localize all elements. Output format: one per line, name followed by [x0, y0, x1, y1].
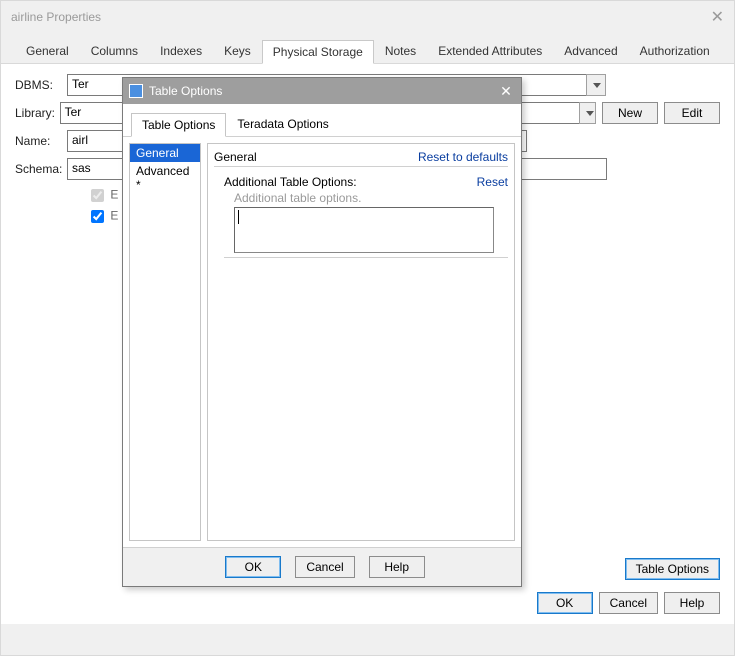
modal-close-icon[interactable]: ✕: [497, 83, 515, 100]
checkbox-2-label: E: [110, 209, 118, 223]
additional-options-label: Additional Table Options:: [224, 175, 357, 189]
panel-heading: General: [214, 150, 257, 164]
parent-titlebar: airline Properties ✕: [1, 1, 734, 33]
schema-label: Schema:: [15, 162, 67, 176]
name-label: Name:: [15, 134, 67, 148]
tab-advanced[interactable]: Advanced: [553, 39, 628, 63]
modal-help-button[interactable]: Help: [369, 556, 425, 578]
modal-titlebar: Table Options ✕: [123, 78, 521, 104]
dbms-dropdown[interactable]: [586, 74, 606, 96]
tab-notes[interactable]: Notes: [374, 39, 427, 63]
edit-button[interactable]: Edit: [664, 102, 720, 124]
tab-keys[interactable]: Keys: [213, 39, 262, 63]
modal-cancel-button[interactable]: Cancel: [295, 556, 354, 578]
options-panel: General Reset to defaults Additional Tab…: [207, 143, 515, 541]
dbms-label: DBMS:: [15, 78, 67, 92]
modal-footer: OK Cancel Help: [123, 547, 521, 586]
sidebar-item-advanced[interactable]: Advanced *: [130, 162, 200, 194]
tab-table-options[interactable]: Table Options: [131, 113, 226, 137]
modal-title: Table Options: [149, 84, 497, 98]
new-button[interactable]: New: [602, 102, 658, 124]
parent-title: airline Properties: [11, 10, 101, 24]
checkbox-1[interactable]: [91, 189, 104, 202]
checkbox-2[interactable]: [91, 210, 104, 223]
tab-general[interactable]: General: [15, 39, 80, 63]
table-options-dialog: Table Options ✕ Table Options Teradata O…: [122, 77, 522, 587]
close-icon[interactable]: ✕: [711, 7, 724, 27]
library-dropdown[interactable]: [579, 102, 596, 124]
divider: [224, 257, 508, 258]
tab-indexes[interactable]: Indexes: [149, 39, 213, 63]
parent-ok-button[interactable]: OK: [537, 592, 593, 614]
reset-link[interactable]: Reset: [477, 175, 508, 189]
app-icon: [129, 84, 143, 98]
checkbox-1-label: E: [110, 188, 118, 202]
library-label: Library:: [15, 106, 60, 120]
parent-cancel-button[interactable]: Cancel: [599, 592, 658, 614]
table-options-button[interactable]: Table Options: [625, 558, 720, 580]
tab-physical-storage[interactable]: Physical Storage: [262, 40, 374, 64]
text-caret: [238, 210, 239, 224]
options-sidebar: General Advanced *: [129, 143, 201, 541]
sidebar-item-general[interactable]: General: [130, 144, 200, 162]
parent-tabstrip: General Columns Indexes Keys Physical St…: [1, 33, 734, 64]
tab-extended-attributes[interactable]: Extended Attributes: [427, 39, 553, 63]
modal-tabstrip: Table Options Teradata Options: [123, 104, 521, 137]
additional-options-input[interactable]: [234, 207, 494, 253]
modal-ok-button[interactable]: OK: [225, 556, 281, 578]
modal-body: General Advanced * General Reset to defa…: [123, 137, 521, 547]
tab-columns[interactable]: Columns: [80, 39, 149, 63]
parent-help-button[interactable]: Help: [664, 592, 720, 614]
additional-options-hint: Additional table options.: [234, 191, 508, 205]
tab-authorization[interactable]: Authorization: [629, 39, 721, 63]
tab-teradata-options[interactable]: Teradata Options: [226, 112, 339, 136]
reset-defaults-link[interactable]: Reset to defaults: [418, 150, 508, 164]
